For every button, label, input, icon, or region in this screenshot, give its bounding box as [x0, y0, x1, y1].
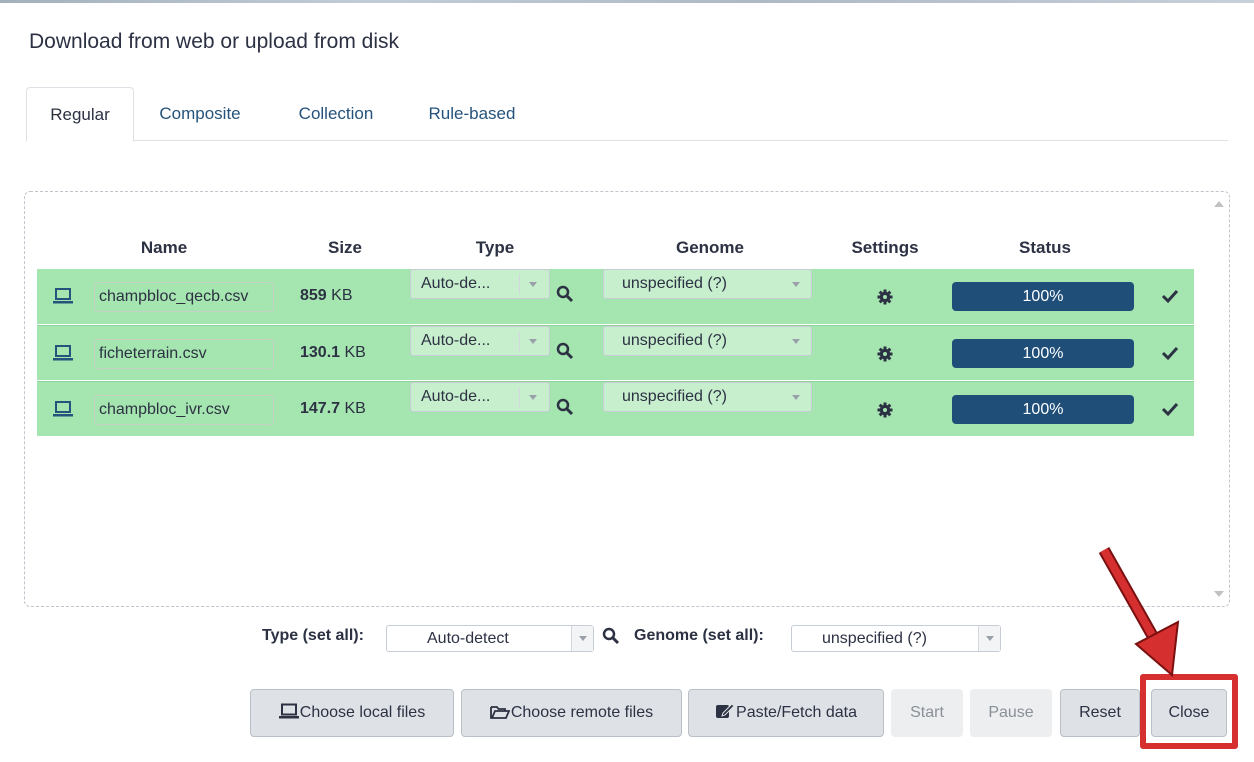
upload-progress-bar: 100% — [952, 339, 1134, 368]
file-type-select[interactable]: Auto-de... — [410, 326, 550, 356]
file-type-select[interactable]: Auto-de... — [410, 269, 550, 299]
upload-tabs: Regular Composite Collection Rule-based — [26, 87, 1228, 142]
column-header-type: Type — [475, 238, 515, 257]
laptop-icon — [53, 401, 73, 417]
laptop-icon — [53, 345, 73, 361]
scroll-up-arrow[interactable] — [1214, 201, 1224, 207]
gear-icon[interactable] — [877, 346, 893, 362]
folder-open-icon — [489, 706, 511, 719]
genome-select[interactable]: unspecified (?) — [603, 326, 812, 356]
upload-progress-bar: 100% — [952, 282, 1134, 311]
gear-icon[interactable] — [877, 402, 893, 418]
paste-fetch-data-button[interactable]: Paste/Fetch data — [688, 689, 884, 737]
tab-collection[interactable]: Collection — [284, 87, 388, 141]
choose-local-files-button[interactable]: Choose local files — [250, 689, 454, 737]
genome-select[interactable]: unspecified (?) — [603, 382, 812, 412]
search-icon[interactable] — [556, 285, 574, 303]
search-icon[interactable] — [602, 627, 620, 645]
genome-set-all-select[interactable]: unspecified (?) — [791, 625, 1001, 652]
laptop-icon — [278, 703, 299, 719]
pause-button[interactable]: Pause — [970, 689, 1052, 737]
window-top-edge — [0, 0, 1254, 3]
file-name-input[interactable]: ficheterrain.csv — [94, 339, 274, 369]
modal-title: Download from web or upload from disk — [29, 30, 400, 53]
genome-select[interactable]: unspecified (?) — [603, 269, 812, 299]
type-set-all-select[interactable]: Auto-detect — [386, 625, 594, 652]
check-icon — [1161, 402, 1179, 417]
table-row: champbloc_ivr.csv 147.7 KB Auto-de... un… — [37, 381, 1194, 436]
search-icon[interactable] — [556, 342, 574, 360]
type-set-all-label: Type (set all): — [262, 627, 364, 644]
start-button[interactable]: Start — [891, 689, 963, 737]
column-header-status: Status — [1019, 238, 1071, 257]
file-size: 859 KB — [300, 287, 353, 304]
file-size: 147.7 KB — [300, 400, 366, 417]
laptop-icon — [53, 288, 73, 304]
upload-progress-bar: 100% — [952, 395, 1134, 424]
file-size: 130.1 KB — [300, 344, 366, 361]
tab-composite[interactable]: Composite — [146, 87, 254, 141]
check-icon — [1161, 289, 1179, 304]
scroll-down-arrow[interactable] — [1214, 591, 1224, 597]
column-header-genome: Genome — [675, 238, 745, 257]
column-header-name: Name — [140, 238, 188, 257]
file-name-input[interactable]: champbloc_qecb.csv — [94, 282, 274, 312]
tab-regular[interactable]: Regular — [26, 87, 134, 142]
column-header-settings: Settings — [851, 238, 919, 257]
gear-icon[interactable] — [877, 289, 893, 305]
choose-remote-files-button[interactable]: Choose remote files — [461, 689, 682, 737]
close-highlight-box — [1140, 674, 1238, 749]
check-icon — [1161, 346, 1179, 361]
chevron-down-icon[interactable] — [571, 626, 593, 651]
chevron-down-icon[interactable] — [978, 626, 1000, 651]
drop-zone-scrollbar[interactable] — [1212, 195, 1226, 603]
column-header-size: Size — [327, 238, 363, 257]
table-row: champbloc_qecb.csv 859 KB Auto-de... uns… — [37, 269, 1194, 324]
tab-rule-based[interactable]: Rule-based — [416, 87, 528, 141]
file-name-input[interactable]: champbloc_ivr.csv — [94, 395, 274, 425]
reset-button[interactable]: Reset — [1060, 689, 1140, 737]
annotation-arrow-icon — [1098, 547, 1180, 677]
genome-set-all-label: Genome (set all): — [634, 627, 764, 644]
table-row: ficheterrain.csv 130.1 KB Auto-de... uns… — [37, 325, 1194, 380]
file-type-select[interactable]: Auto-de... — [410, 382, 550, 412]
search-icon[interactable] — [556, 398, 574, 416]
edit-icon — [716, 703, 735, 718]
